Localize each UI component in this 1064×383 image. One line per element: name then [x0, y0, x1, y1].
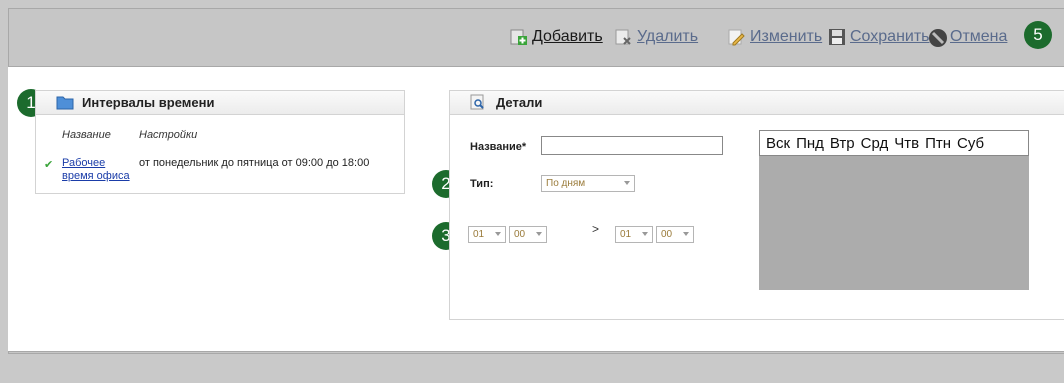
type-select-value: По дням — [546, 178, 586, 189]
check-icon: ✔ — [44, 159, 54, 171]
week-schedule: Вск Пнд Втр Срд Чтв Птн Суб — [759, 130, 1029, 290]
type-select[interactable]: По дням — [541, 175, 635, 192]
to-hour-value: 01 — [620, 229, 632, 240]
chevron-down-icon — [536, 232, 542, 236]
cancel-label: Отмена — [950, 28, 1008, 45]
type-label: Тип: — [470, 178, 494, 190]
week-days-header: Вск Пнд Втр Срд Чтв Птн Суб — [759, 130, 1029, 156]
day-thu: Чтв — [894, 134, 920, 152]
edit-label: Изменить — [750, 28, 823, 45]
cancel-icon — [928, 28, 947, 47]
add-label: Добавить — [532, 28, 603, 45]
folder-icon — [56, 94, 74, 112]
from-minute-select[interactable]: 00 — [509, 226, 547, 243]
magnifier-icon — [470, 94, 488, 112]
day-tue: Втр — [829, 134, 855, 152]
day-wed: Срд — [860, 134, 889, 152]
save-icon — [828, 28, 846, 46]
edit-icon — [728, 28, 746, 46]
from-hour-value: 01 — [473, 229, 485, 240]
chevron-down-icon — [624, 181, 630, 185]
day-fri: Птн — [925, 134, 952, 152]
to-hour-select[interactable]: 01 — [615, 226, 653, 243]
name-label: Название* — [470, 141, 527, 153]
save-button[interactable]: Сохранить — [828, 26, 930, 48]
edit-button[interactable]: Изменить — [728, 26, 822, 48]
interval-row-link[interactable]: Рабочее время офиса — [62, 157, 130, 183]
delete-icon — [615, 28, 633, 46]
time-range-separator: > — [592, 222, 600, 236]
details-header: Детали — [450, 91, 1064, 115]
from-hour-select[interactable]: 01 — [468, 226, 506, 243]
day-mon: Пнд — [796, 134, 824, 152]
column-header-name: Название — [62, 129, 111, 141]
cancel-button[interactable]: Отмена — [928, 26, 1007, 48]
save-label: Сохранить — [850, 28, 930, 45]
intervals-header: Интервалы времени — [36, 91, 404, 115]
name-input[interactable] — [541, 136, 723, 155]
chevron-down-icon — [683, 232, 689, 236]
delete-label: Удалить — [637, 28, 699, 45]
to-minute-value: 00 — [661, 229, 673, 240]
chevron-down-icon — [642, 232, 648, 236]
interval-name-line1: Рабочее — [62, 157, 106, 169]
day-sat: Суб — [957, 134, 985, 152]
add-button[interactable]: Добавить — [510, 26, 603, 48]
interval-name-line2: время офиса — [62, 170, 130, 182]
add-icon — [510, 28, 528, 46]
intervals-panel: Интервалы времени Название Настройки ✔ Р… — [35, 90, 405, 194]
from-minute-value: 00 — [514, 229, 526, 240]
callout-badge-5: 5 — [1024, 21, 1052, 49]
interval-settings-text: от понедельник до пятница от 09:00 до 18… — [139, 157, 370, 169]
chevron-down-icon — [495, 232, 501, 236]
to-minute-select[interactable]: 00 — [656, 226, 694, 243]
details-title: Детали — [496, 95, 543, 110]
delete-button[interactable]: Удалить — [615, 26, 698, 48]
day-sun: Вск — [766, 134, 791, 152]
column-header-settings: Настройки — [139, 129, 198, 141]
intervals-title: Интервалы времени — [82, 95, 215, 110]
